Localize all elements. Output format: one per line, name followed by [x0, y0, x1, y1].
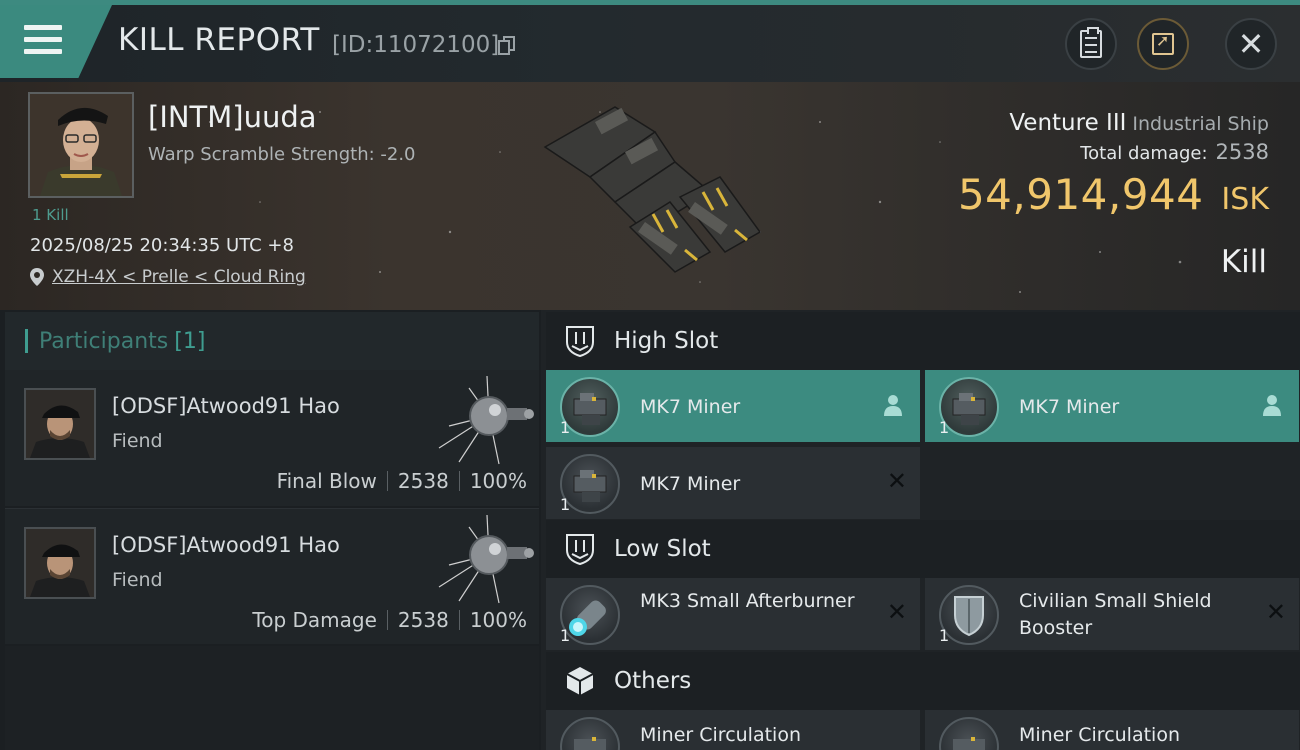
rig-module-icon: [560, 717, 620, 750]
participant-stats: Final Blow 2538 100%: [277, 469, 527, 493]
isk-value: 54,914,944: [957, 170, 1204, 219]
module-quantity: 1: [560, 626, 571, 645]
victim-name[interactable]: [INTM]uuda: [148, 100, 317, 134]
module-name: MK7 Miner: [640, 473, 741, 495]
participants-count: [1]: [174, 328, 206, 354]
cube-icon: [566, 667, 594, 695]
module-slot[interactable]: 1 MK7 Miner ✕: [546, 447, 920, 519]
module-name: MK3 Small Afterburner: [640, 590, 855, 612]
module-quantity: 1: [939, 626, 950, 645]
page-title: KILL REPORT: [118, 22, 320, 58]
participant-row[interactable]: [ODSF]Atwood91 Hao Fiend Top Damage 2538 1…: [5, 508, 539, 644]
fiend-ship-icon: [438, 515, 534, 604]
share-button[interactable]: [1137, 18, 1189, 70]
dropped-person-icon: [1263, 395, 1281, 416]
module-name: MK7 Miner: [1019, 396, 1120, 418]
participant-stats: Top Damage 2538 100%: [252, 608, 527, 632]
participant-role: Top Damage: [252, 608, 377, 632]
share-icon: [1152, 31, 1174, 55]
location-pin-icon: [30, 268, 44, 286]
victim-ship-name[interactable]: Venture III: [1009, 110, 1126, 136]
participant-avatar[interactable]: [24, 527, 96, 599]
menu-icon: [24, 25, 62, 55]
clipboard-button[interactable]: [1065, 18, 1117, 70]
participant-name[interactable]: [ODSF]Atwood91 Hao: [112, 394, 340, 418]
high-slot-header: High Slot: [546, 312, 1300, 370]
participant-percent: 100%: [469, 608, 527, 632]
participant-role: Final Blow: [276, 469, 377, 493]
stat-divider: [458, 471, 460, 491]
participant-percent: 100%: [469, 469, 527, 493]
module-name: MK7 Miner: [640, 396, 741, 418]
kill-datetime: 2025/08/25 20:34:35 UTC +8: [30, 235, 294, 256]
location-row: XZH-4X < Prelle < Cloud Ring: [30, 267, 306, 287]
participant-row[interactable]: [ODSF]Atwood91 Hao Fiend Final Blow 2538 1…: [5, 370, 539, 506]
module-slot[interactable]: Miner Circulation: [925, 710, 1299, 750]
high-slot-label: High Slot: [614, 328, 719, 354]
victim-avatar[interactable]: [28, 92, 134, 198]
module-quantity: 1: [560, 495, 571, 514]
module-quantity: 1: [560, 418, 571, 437]
module-quantity: 1: [939, 418, 950, 437]
location-link[interactable]: XZH-4X < Prelle < Cloud Ring: [52, 267, 306, 287]
module-name: Civilian Small Shield Booster: [1019, 590, 1212, 639]
participants-panel: Participants [1] [ODSF]Atwood91 Hao Fien…: [0, 310, 541, 750]
module-slot[interactable]: 1 MK7 Miner: [925, 370, 1299, 442]
stat-divider: [386, 471, 388, 491]
warp-scramble-strength: Warp Scramble Strength: -2.0: [148, 144, 416, 165]
close-icon: ✕: [1237, 25, 1265, 63]
module-slot[interactable]: Miner Circulation: [546, 710, 920, 750]
isk-value-line: 54,914,944 ISK: [958, 170, 1269, 219]
module-slot[interactable]: 1 MK7 Miner: [546, 370, 920, 442]
destroyed-x-icon: ✕: [1265, 598, 1286, 626]
low-slot-header: Low Slot: [546, 520, 1300, 578]
dropped-person-icon: [884, 395, 902, 416]
copy-icon[interactable]: [498, 36, 516, 56]
victim-ship-line: Venture III Industrial Ship: [1009, 110, 1269, 136]
stat-divider: [458, 610, 460, 630]
participant-ship: Fiend: [112, 569, 163, 591]
others-label: Others: [614, 668, 692, 694]
participant-ship: Fiend: [112, 430, 163, 452]
participant-damage: 2538: [397, 469, 449, 493]
rig-module-icon: [939, 717, 999, 750]
low-slot-label: Low Slot: [614, 536, 711, 562]
module-slot[interactable]: 1 Civilian Small Shield Booster ✕: [925, 578, 1299, 650]
module-name: Miner Circulation: [640, 724, 801, 746]
victim-banner: [INTM]uuda Warp Scramble Strength: -2.0 …: [0, 82, 1300, 310]
total-damage-label: Total damage:: [1080, 143, 1208, 164]
participant-name[interactable]: [ODSF]Atwood91 Hao: [112, 533, 340, 557]
participants-empty-area: [5, 646, 539, 750]
participant-avatar[interactable]: [24, 388, 96, 460]
participants-header[interactable]: Participants [1]: [5, 312, 539, 370]
module-name: Miner Circulation: [1019, 724, 1180, 746]
participants-accent-bar: [25, 329, 28, 353]
result-label: Kill: [1220, 244, 1267, 280]
fiend-ship-icon: [438, 376, 534, 465]
others-header: Others: [546, 652, 1300, 710]
report-id: [ID:11072100]: [332, 32, 500, 58]
total-damage-value: 2538: [1215, 140, 1269, 164]
destroyed-x-icon: ✕: [886, 598, 907, 626]
total-damage-line: Total damage: 2538: [1080, 140, 1269, 164]
high-slot-icon: [566, 326, 594, 358]
kill-count: 1 Kill: [32, 206, 69, 224]
fitting-panel: High Slot 1 MK7 Miner 1 MK7 Miner 1 MK7 …: [541, 310, 1300, 750]
destroyed-x-icon: ✕: [886, 467, 907, 495]
close-button[interactable]: ✕: [1225, 18, 1277, 70]
module-slot[interactable]: 1 MK3 Small Afterburner ✕: [546, 578, 920, 650]
victim-ship-class: Industrial Ship: [1132, 113, 1269, 135]
ship-image: [543, 106, 762, 273]
participants-title: Participants: [39, 328, 169, 354]
clipboard-icon: [1080, 27, 1102, 58]
isk-unit: ISK: [1221, 182, 1269, 217]
participant-damage: 2538: [397, 608, 449, 632]
low-slot-icon: [566, 534, 594, 566]
stat-divider: [386, 610, 388, 630]
